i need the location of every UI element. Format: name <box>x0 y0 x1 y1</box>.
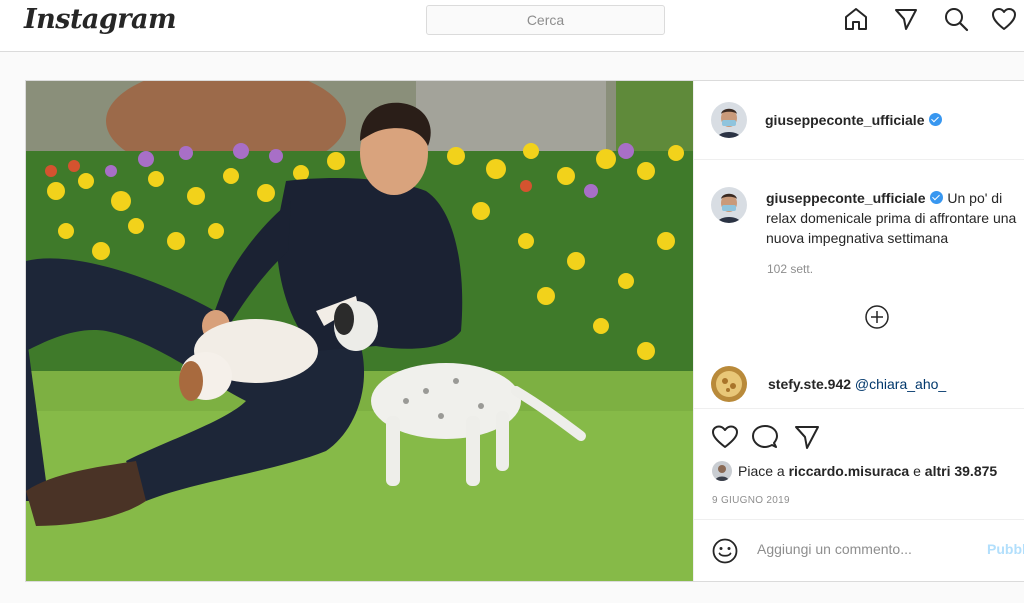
avatar[interactable] <box>711 102 747 138</box>
likes-middle: e <box>909 463 925 479</box>
post-header: giuseppeconte_ufficiale <box>694 81 1024 160</box>
explore-icon[interactable] <box>943 6 969 32</box>
post-sidebar: giuseppeconte_ufficiale giuseppeconte_uf… <box>693 81 1024 581</box>
verified-badge-icon <box>929 113 943 126</box>
emoji-icon[interactable] <box>711 537 739 565</box>
likes-prefix: Piace a <box>738 463 789 479</box>
like-icon[interactable] <box>711 423 739 451</box>
comment-row: stefy.ste.942 @chiara_aho_ <box>694 361 1024 409</box>
publish-button[interactable]: Pubblica <box>987 541 1024 557</box>
author-username-text[interactable]: giuseppeconte_ufficiale <box>765 112 924 128</box>
comment-content: stefy.ste.942 @chiara_aho_ <box>768 376 946 392</box>
activity-icon[interactable] <box>991 6 1017 32</box>
commenter-avatar[interactable] <box>711 366 747 402</box>
post-card: giuseppeconte_ufficiale giuseppeconte_uf… <box>25 80 1024 582</box>
likes-summary: Piace a riccardo.misuraca e altri 39.875 <box>712 461 997 481</box>
likes-user[interactable]: riccardo.misuraca <box>789 463 910 479</box>
add-comment-bar: Aggiungi un commento... Pubblica <box>694 519 1024 581</box>
home-icon[interactable] <box>843 6 869 32</box>
likes-others[interactable]: altri 39.875 <box>925 463 997 479</box>
verified-badge-icon <box>930 191 944 204</box>
comment-username[interactable]: stefy.ste.942 <box>768 376 851 392</box>
plus-circle-icon[interactable] <box>864 304 890 330</box>
post-caption: giuseppeconte_ufficiale Un po' di relax … <box>766 188 1024 248</box>
post-photo[interactable] <box>26 81 693 581</box>
post-date[interactable]: 9 GIUGNO 2019 <box>712 495 790 506</box>
instagram-logo[interactable]: Instagram <box>24 4 177 35</box>
comment-input[interactable]: Aggiungi un commento... <box>757 541 912 557</box>
share-icon[interactable] <box>793 423 821 451</box>
caption-username[interactable]: giuseppeconte_ufficiale <box>766 190 925 206</box>
caption-time[interactable]: 102 sett. <box>767 262 813 276</box>
author-username[interactable]: giuseppeconte_ufficiale <box>765 112 943 128</box>
top-nav-bar: Instagram Cerca <box>0 0 1024 52</box>
direct-icon[interactable] <box>893 6 919 32</box>
comment-icon[interactable] <box>751 423 779 451</box>
liker-avatar[interactable] <box>712 461 732 481</box>
search-input[interactable]: Cerca <box>426 5 665 35</box>
caption-avatar[interactable] <box>711 187 747 223</box>
comment-mention[interactable]: @chiara_aho_ <box>855 376 946 392</box>
